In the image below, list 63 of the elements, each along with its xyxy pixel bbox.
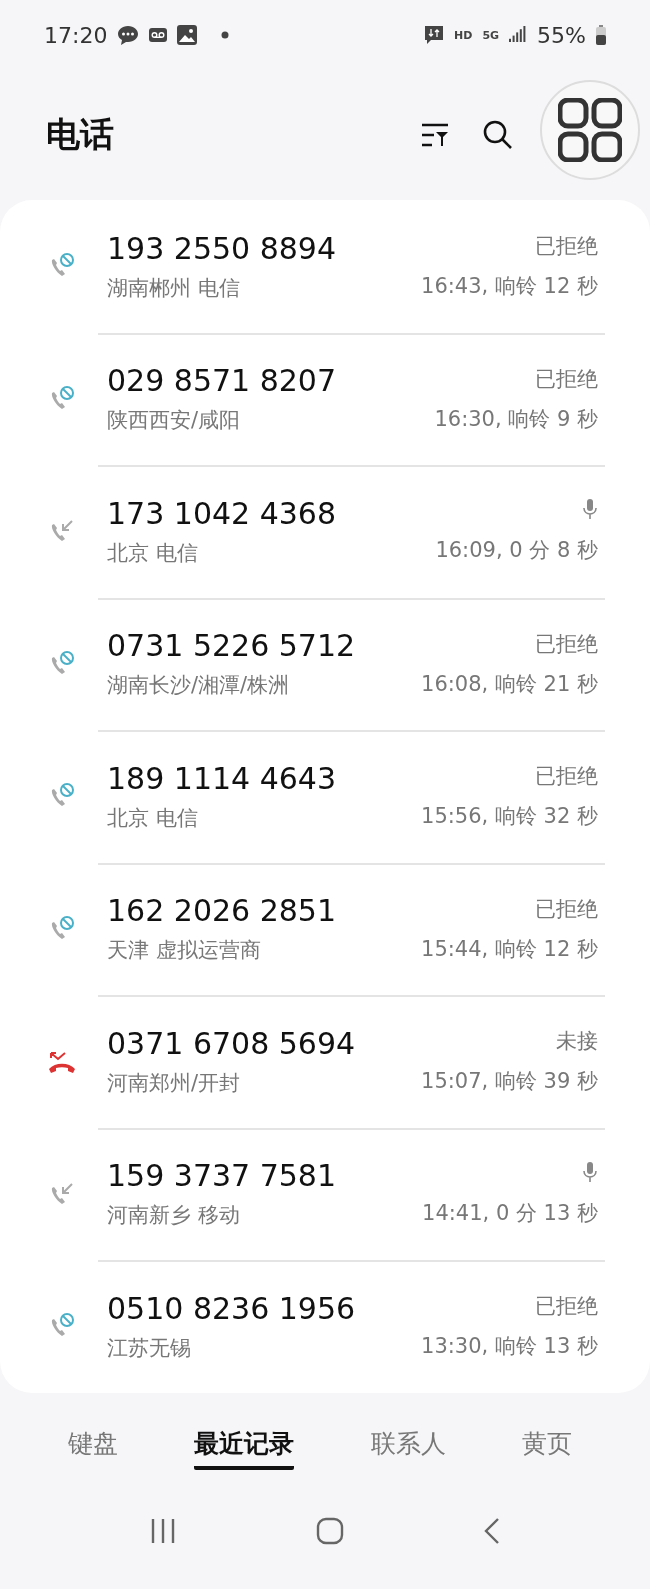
- phone-number: 173 1042 4368: [107, 495, 338, 531]
- phone-number: 0371 6708 5694: [107, 1025, 357, 1061]
- call-status: 已拒绝: [535, 365, 598, 393]
- phone-number: 029 8571 8207: [107, 363, 338, 399]
- caller-location: 湖南长沙/湘潭/株洲: [107, 672, 291, 700]
- call-status: 已拒绝: [535, 1293, 598, 1321]
- call-time: 14:41, 0 分 13 秒: [422, 1199, 598, 1227]
- call-log-item[interactable]: 173 1042 4368 北京 电信 16:09, 0 分 8 秒: [0, 465, 650, 598]
- nav-tab[interactable]: 联系人: [370, 1426, 446, 1470]
- phone-number: 193 2550 8894: [107, 230, 338, 266]
- status-time: 17:20: [44, 22, 108, 48]
- image-icon: [177, 25, 198, 45]
- call-time: 16:08, 响铃 21 秒: [421, 670, 598, 698]
- network-label: HD: [454, 28, 473, 42]
- call-log-item[interactable]: 0510 8236 1956 江苏无锡 已拒绝 13:30, 响铃 13 秒: [0, 1260, 650, 1393]
- microphone-icon: [582, 498, 598, 521]
- nav-tab[interactable]: 键盘: [68, 1426, 119, 1470]
- call-status: 已拒绝: [535, 763, 598, 791]
- call-time: 15:07, 响铃 39 秒: [421, 1068, 598, 1096]
- caller-location: 天津 虚拟运营商: [107, 937, 262, 965]
- call-time: 13:30, 响铃 13 秒: [421, 1333, 598, 1361]
- call-status: 未接: [556, 1028, 598, 1056]
- caller-location: 湖南郴州 电信: [107, 274, 241, 302]
- signal-icon: [509, 26, 528, 44]
- call-log-item[interactable]: 0371 6708 5694 河南郑州/开封 未接 15:07, 响铃 39 秒: [0, 995, 650, 1128]
- caller-location: 河南新乡 移动: [107, 1202, 241, 1230]
- call-status: 已拒绝: [535, 895, 598, 923]
- call-time: 16:43, 响铃 12 秒: [421, 273, 598, 301]
- data-message-icon: [424, 25, 445, 45]
- battery-icon: [596, 25, 606, 45]
- chat-icon: [117, 24, 140, 46]
- nav-tab[interactable]: 最近记录: [194, 1426, 295, 1470]
- microphone-icon: [582, 1160, 598, 1183]
- phone-number: 189 1114 4643: [107, 760, 338, 796]
- call-log-item[interactable]: 189 1114 4643 北京 电信 已拒绝 15:56, 响铃 32 秒: [0, 730, 650, 863]
- phone-number: 159 3737 7581: [107, 1158, 338, 1194]
- call-log-item[interactable]: 162 2026 2851 天津 虚拟运营商 已拒绝 15:44, 响铃 12 秒: [0, 862, 650, 995]
- call-status: 已拒绝: [535, 630, 598, 658]
- call-log-item[interactable]: 193 2550 8894 湖南郴州 电信 已拒绝 16:43, 响铃 12 秒: [0, 200, 650, 333]
- dot-icon: [221, 31, 230, 39]
- call-time: 16:09, 0 分 8 秒: [435, 537, 598, 565]
- network-label: 5G: [482, 28, 500, 42]
- caller-location: 陕西西安/咸阳: [107, 407, 242, 435]
- caller-location: 河南郑州/开封: [107, 1069, 242, 1097]
- call-log-item[interactable]: 159 3737 7581 河南新乡 移动 14:41, 0 分 13 秒: [0, 1127, 650, 1260]
- call-time: 15:44, 响铃 12 秒: [421, 935, 598, 963]
- nav-tab[interactable]: 黄页: [521, 1426, 572, 1470]
- home-icon[interactable]: [316, 1517, 344, 1545]
- call-log-item[interactable]: 0731 5226 5712 湖南长沙/湘潭/株洲 已拒绝 16:08, 响铃 21 秒: [0, 597, 650, 730]
- caller-location: 北京 电信: [107, 539, 199, 567]
- call-status: 已拒绝: [535, 233, 598, 261]
- app-title: 电话: [46, 113, 115, 156]
- phone-number: 162 2026 2851: [107, 893, 338, 929]
- phone-number: 0510 8236 1956: [107, 1290, 357, 1326]
- back-icon[interactable]: [482, 1517, 501, 1545]
- battery-percent: 55%: [537, 22, 586, 48]
- call-log-item[interactable]: 029 8571 8207 陕西西安/咸阳 已拒绝 16:30, 响铃 9 秒: [0, 332, 650, 465]
- call-time: 16:30, 响铃 9 秒: [434, 405, 598, 433]
- caller-location: 江苏无锡: [107, 1334, 192, 1362]
- phone-number: 0731 5226 5712: [107, 628, 357, 664]
- call-time: 15:56, 响铃 32 秒: [421, 803, 598, 831]
- voicemail-icon: [149, 28, 168, 42]
- caller-location: 北京 电信: [107, 804, 199, 832]
